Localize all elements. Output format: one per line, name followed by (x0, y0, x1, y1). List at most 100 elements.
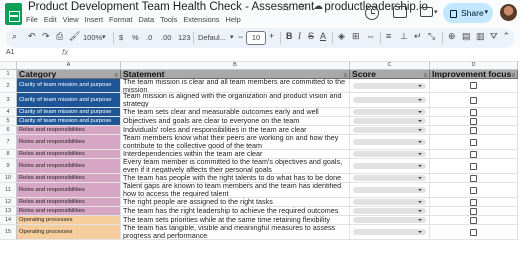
improvement-cell[interactable] (430, 183, 518, 198)
increase-decimal-button[interactable]: .00 (161, 33, 171, 42)
category-cell[interactable]: Clarity of team mission and purpose (17, 117, 121, 126)
avatar[interactable] (500, 4, 517, 21)
improvement-checkbox[interactable] (470, 108, 477, 116)
search-menus-icon[interactable]: ⌕ (12, 31, 17, 42)
insert-comment-icon[interactable]: ▤ (462, 31, 471, 42)
cloud-status-icon[interactable]: ☁ (313, 1, 323, 12)
row-header[interactable]: 6 (0, 126, 17, 135)
row-header[interactable]: 4 (0, 108, 17, 117)
row-header[interactable]: 5 (0, 117, 17, 126)
category-cell[interactable]: Clarity of team mission and purpose (17, 108, 121, 117)
menu-item-file[interactable]: File (26, 15, 38, 24)
score-dropdown[interactable] (353, 139, 426, 145)
menu-item-help[interactable]: Help (226, 15, 241, 24)
statement-cell[interactable]: The team has people with the right talen… (121, 174, 350, 183)
score-dropdown[interactable] (353, 175, 426, 181)
score-dropdown[interactable] (353, 208, 426, 214)
statement-cell[interactable]: Team members know what their peers are w… (121, 135, 350, 150)
percent-format-button[interactable]: % (132, 33, 139, 42)
menu-item-tools[interactable]: Tools (160, 15, 177, 24)
score-cell[interactable] (350, 108, 430, 117)
improvement-cell[interactable] (430, 108, 518, 117)
share-button[interactable]: Share ▾ (443, 3, 493, 23)
move-folder-icon[interactable]: ▭ (298, 1, 307, 12)
category-cell[interactable]: Roles and responsibilities (17, 174, 121, 183)
improvement-cell[interactable] (430, 117, 518, 126)
merge-cells-icon[interactable]: ⇔ (366, 31, 375, 41)
score-dropdown[interactable] (353, 97, 426, 103)
improvement-cell[interactable] (430, 216, 518, 225)
improvement-cell[interactable] (430, 126, 518, 135)
score-cell[interactable] (350, 207, 430, 216)
improvement-cell[interactable] (430, 174, 518, 183)
score-cell[interactable] (350, 79, 430, 93)
header-cell-improvement[interactable]: Improvement focus ≡ (430, 70, 518, 79)
row-header[interactable]: 13 (0, 207, 17, 216)
improvement-checkbox[interactable] (470, 186, 477, 194)
meet-icon[interactable] (420, 7, 433, 17)
category-cell[interactable]: Roles and responsibilities (17, 126, 121, 135)
menu-item-edit[interactable]: Edit (44, 15, 57, 24)
insert-link-icon[interactable]: ⊕ (448, 31, 456, 42)
score-dropdown[interactable] (353, 163, 426, 169)
improvement-checkbox[interactable] (470, 96, 477, 104)
row-header[interactable]: 12 (0, 198, 17, 207)
version-history-icon[interactable] (365, 6, 379, 20)
filter-icon[interactable]: ⛛ (490, 31, 498, 42)
zoom-select[interactable]: 100% (83, 33, 102, 42)
improvement-checkbox[interactable] (470, 228, 477, 236)
fill-color-icon[interactable]: ◈ (338, 31, 345, 42)
statement-cell[interactable]: Talent gaps are known to team members an… (121, 183, 350, 198)
category-cell[interactable]: Clarity of team mission and purpose (17, 93, 121, 108)
chevron-down-icon[interactable]: ▾ (102, 33, 106, 41)
category-cell[interactable]: Roles and responsibilities (17, 150, 121, 159)
row-header[interactable]: 15 (0, 225, 17, 240)
score-cell[interactable] (350, 159, 430, 174)
improvement-cell[interactable] (430, 207, 518, 216)
statement-cell[interactable]: The right people are assigned to the rig… (121, 198, 350, 207)
row-header[interactable]: 1 (0, 70, 17, 79)
decrease-decimal-button[interactable]: .0 (146, 33, 152, 42)
statement-cell[interactable]: The team sets priorities while at the sa… (121, 216, 350, 225)
column-header-d[interactable]: D (430, 62, 518, 70)
filter-icon[interactable]: ≡ (511, 72, 515, 78)
horizontal-align-icon[interactable]: ≡ (386, 31, 391, 41)
improvement-checkbox[interactable] (470, 207, 477, 215)
improvement-checkbox[interactable] (470, 150, 477, 158)
increase-font-size-icon[interactable]: + (269, 31, 274, 41)
category-cell[interactable]: Roles and responsibilities (17, 159, 121, 174)
column-header-a[interactable]: A (17, 62, 121, 70)
currency-format-button[interactable]: $ (119, 33, 123, 42)
statement-cell[interactable]: Individuals' roles and responsibilities … (121, 126, 350, 135)
filter-icon[interactable]: ≡ (114, 72, 118, 78)
improvement-cell[interactable] (430, 150, 518, 159)
score-dropdown[interactable] (353, 118, 426, 124)
decrease-font-size-icon[interactable]: − (238, 32, 243, 42)
font-select[interactable]: Defaul... (198, 33, 226, 42)
improvement-checkbox[interactable] (470, 198, 477, 206)
score-dropdown[interactable] (353, 199, 426, 205)
insert-chart-icon[interactable]: ▥ (476, 31, 485, 42)
category-cell[interactable]: Roles and responsibilities (17, 135, 121, 150)
improvement-checkbox[interactable] (470, 174, 477, 182)
chevron-down-icon[interactable]: ▾ (434, 8, 438, 16)
improvement-checkbox[interactable] (470, 162, 477, 170)
statement-cell[interactable]: The team mission is clear and all team m… (121, 79, 350, 93)
improvement-checkbox[interactable] (470, 138, 477, 146)
score-dropdown[interactable] (353, 229, 426, 235)
borders-icon[interactable]: ⊞ (352, 31, 360, 42)
redo-icon[interactable]: ↷ (42, 31, 50, 42)
category-cell[interactable]: Roles and responsibilities (17, 198, 121, 207)
strikethrough-icon[interactable]: S (308, 31, 314, 41)
improvement-cell[interactable] (430, 225, 518, 240)
bold-icon[interactable]: B (286, 31, 293, 41)
chevron-down-icon[interactable]: ▾ (230, 33, 234, 41)
score-cell[interactable] (350, 198, 430, 207)
improvement-cell[interactable] (430, 159, 518, 174)
menu-item-format[interactable]: Format (109, 15, 132, 24)
statement-cell[interactable]: Every team member is committed to the te… (121, 159, 350, 174)
category-cell[interactable]: Roles and responsibilities (17, 207, 121, 216)
score-cell[interactable] (350, 150, 430, 159)
score-cell[interactable] (350, 135, 430, 150)
text-wrapping-icon[interactable]: ↵ (414, 31, 422, 42)
